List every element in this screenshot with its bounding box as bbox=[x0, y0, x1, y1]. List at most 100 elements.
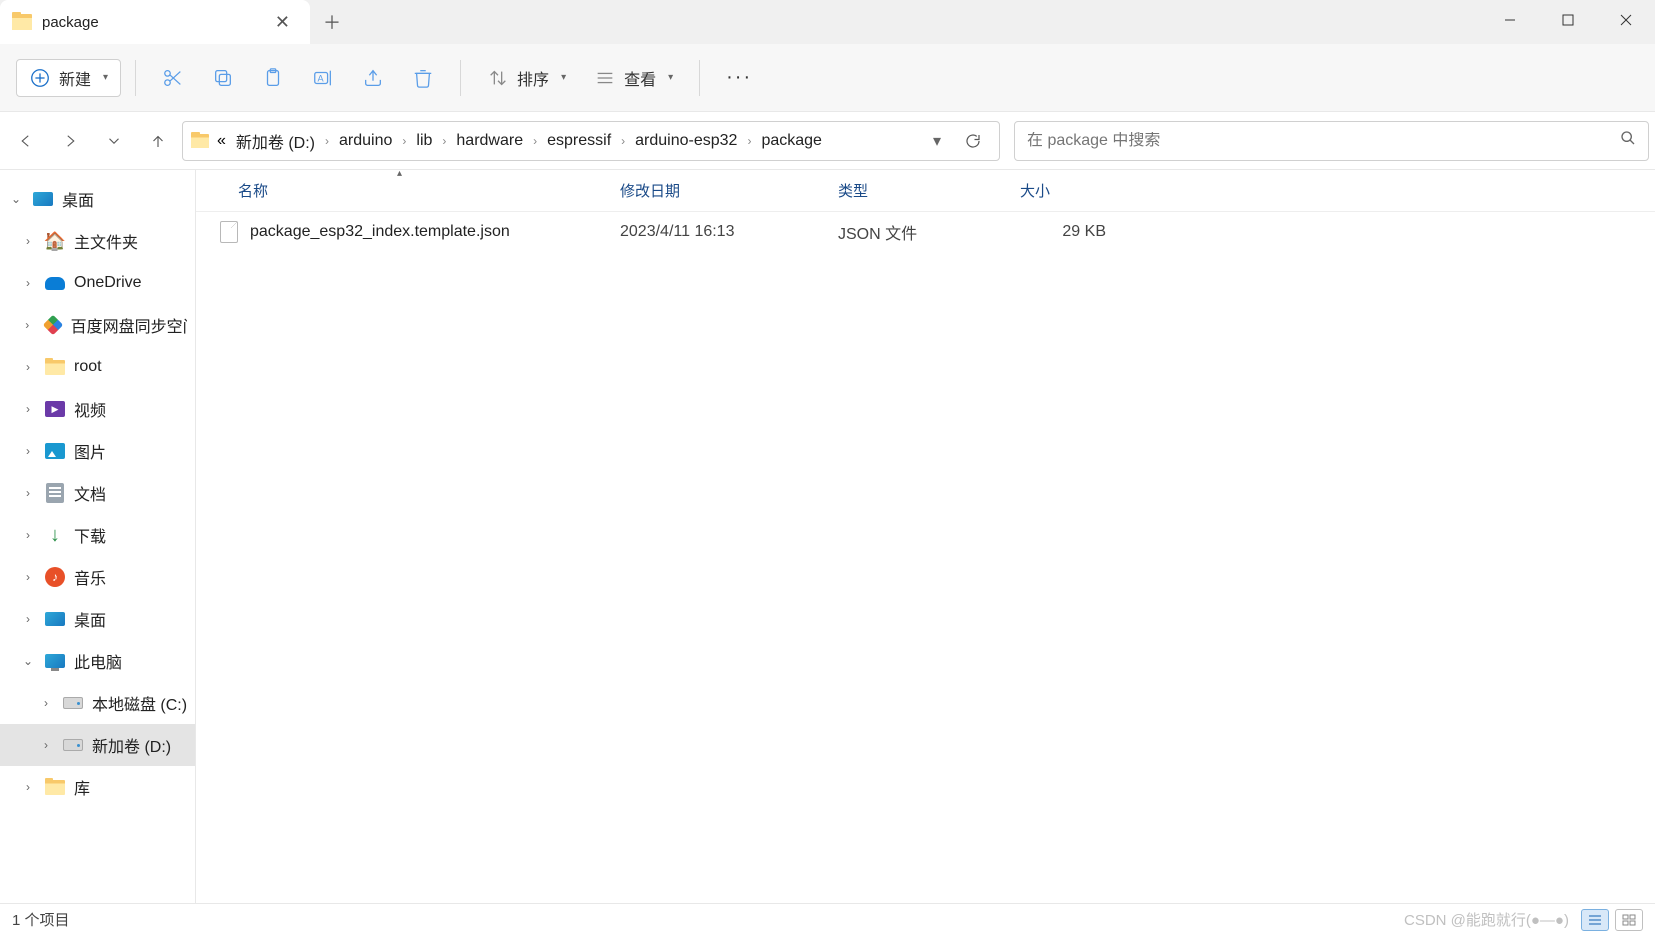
music-icon: ♪ bbox=[44, 567, 66, 587]
sidebar-item[interactable]: ›桌面 bbox=[0, 598, 195, 640]
chevron-right-icon[interactable]: › bbox=[20, 234, 36, 248]
chevron-right-icon[interactable]: › bbox=[20, 486, 36, 500]
breadcrumb-item[interactable]: hardware bbox=[454, 130, 525, 152]
chevron-right-icon[interactable]: › bbox=[20, 318, 35, 332]
sidebar-item[interactable]: ›库 bbox=[0, 766, 195, 808]
chevron-right-icon[interactable]: › bbox=[38, 696, 54, 710]
separator bbox=[135, 60, 136, 96]
cut-button[interactable] bbox=[150, 59, 196, 97]
sidebar-item[interactable]: ⌄桌面 bbox=[0, 178, 195, 220]
folder-icon bbox=[191, 134, 209, 148]
chevron-down-icon: ▾ bbox=[668, 72, 673, 83]
sidebar-item-label: root bbox=[74, 358, 102, 376]
sidebar-item[interactable]: › ↓ 下载 bbox=[0, 514, 195, 556]
refresh-button[interactable] bbox=[955, 123, 991, 159]
chevron-right-icon[interactable]: › bbox=[400, 134, 408, 148]
sidebar-item-label: 新加卷 (D:) bbox=[92, 733, 171, 757]
address-box[interactable]: « 新加卷 (D:) › arduino › lib › hardware › espressi… bbox=[182, 121, 1000, 161]
view-button[interactable]: 查看 ▾ bbox=[582, 58, 685, 98]
maximize-button[interactable] bbox=[1539, 0, 1597, 40]
sidebar-item[interactable]: ›文档 bbox=[0, 472, 195, 514]
breadcrumb-overflow[interactable]: « bbox=[215, 130, 228, 152]
dl-icon: ↓ bbox=[44, 525, 66, 545]
sidebar-item[interactable]: › 百度网盘同步空间 bbox=[0, 304, 195, 346]
paste-button[interactable] bbox=[250, 59, 296, 97]
delete-button[interactable] bbox=[400, 59, 446, 97]
sidebar-item[interactable]: › 新加卷 (D:) bbox=[0, 724, 195, 766]
column-date[interactable]: 修改日期 bbox=[604, 170, 822, 211]
thumbnails-view-button[interactable] bbox=[1615, 909, 1643, 931]
up-button[interactable] bbox=[138, 121, 178, 161]
chevron-right-icon[interactable]: › bbox=[619, 134, 627, 148]
sidebar-item-label: 下载 bbox=[74, 523, 106, 547]
breadcrumb-item[interactable]: espressif bbox=[545, 130, 613, 152]
tab-package[interactable]: package ✕ bbox=[0, 0, 310, 44]
chevron-right-icon[interactable]: › bbox=[323, 134, 331, 148]
more-icon: ··· bbox=[726, 66, 752, 89]
chevron-right-icon[interactable]: › bbox=[38, 738, 54, 752]
rename-icon: A bbox=[312, 67, 334, 89]
chevron-right-icon[interactable]: › bbox=[440, 134, 448, 148]
sidebar-item[interactable]: › root bbox=[0, 346, 195, 388]
chevron-right-icon[interactable]: › bbox=[20, 402, 36, 416]
chevron-down-icon[interactable]: ⌄ bbox=[8, 192, 24, 206]
address-dropdown[interactable]: ▾ bbox=[925, 131, 949, 151]
onedrive-icon bbox=[44, 273, 66, 293]
breadcrumb-item[interactable]: arduino bbox=[337, 130, 394, 152]
sidebar-item[interactable]: ›OneDrive bbox=[0, 262, 195, 304]
file-rows: package_esp32_index.template.json2023/4/… bbox=[196, 212, 1655, 252]
rename-button[interactable]: A bbox=[300, 59, 346, 97]
chevron-right-icon[interactable]: › bbox=[20, 444, 36, 458]
sidebar-item[interactable]: ›▶视频 bbox=[0, 388, 195, 430]
breadcrumb-item[interactable]: arduino-esp32 bbox=[633, 130, 739, 152]
new-tab-button[interactable]: ＋ bbox=[310, 0, 354, 44]
sidebar-item-label: 百度网盘同步空间 bbox=[71, 313, 187, 337]
drive-icon bbox=[62, 693, 84, 713]
chevron-right-icon[interactable]: › bbox=[20, 360, 36, 374]
toolbar: 新建 ▾ A 排序 ▾ 查看 ▾ ··· bbox=[0, 44, 1655, 112]
details-view-button[interactable] bbox=[1581, 909, 1609, 931]
chevron-right-icon[interactable]: › bbox=[20, 570, 36, 584]
sidebar-item[interactable]: ›🏠主文件夹 bbox=[0, 220, 195, 262]
breadcrumb-item[interactable]: lib bbox=[414, 130, 434, 152]
trash-icon bbox=[412, 67, 434, 89]
column-size[interactable]: 大小 bbox=[1004, 170, 1122, 211]
share-button[interactable] bbox=[350, 59, 396, 97]
breadcrumb-item[interactable]: 新加卷 (D:) bbox=[234, 127, 317, 155]
close-button[interactable] bbox=[1597, 0, 1655, 40]
chevron-right-icon[interactable]: › bbox=[20, 276, 36, 290]
file-row[interactable]: package_esp32_index.template.json2023/4/… bbox=[196, 212, 1655, 252]
breadcrumb-item[interactable]: package bbox=[759, 130, 824, 152]
forward-button[interactable] bbox=[50, 121, 90, 161]
back-button[interactable] bbox=[6, 121, 46, 161]
column-type[interactable]: 类型 bbox=[822, 170, 1004, 211]
chevron-down-icon: ▾ bbox=[103, 72, 108, 83]
chevron-right-icon[interactable]: › bbox=[20, 612, 36, 626]
chevron-right-icon[interactable]: › bbox=[745, 134, 753, 148]
sidebar-item-label: 此电脑 bbox=[74, 649, 122, 673]
pics-icon bbox=[44, 441, 66, 461]
chevron-down-icon[interactable]: ⌄ bbox=[20, 654, 36, 668]
view-label: 查看 bbox=[624, 66, 656, 90]
chevron-right-icon[interactable]: › bbox=[20, 780, 36, 794]
copy-button[interactable] bbox=[200, 59, 246, 97]
new-button[interactable]: 新建 ▾ bbox=[16, 59, 121, 97]
sidebar-item[interactable]: ›图片 bbox=[0, 430, 195, 472]
sidebar-item[interactable]: ⌄ 此电脑 bbox=[0, 640, 195, 682]
sidebar[interactable]: ⌄桌面›🏠主文件夹›OneDrive›百度网盘同步空间›root›▶视频›图片›… bbox=[0, 170, 196, 903]
sidebar-item-label: 本地磁盘 (C:) bbox=[92, 691, 187, 715]
more-button[interactable]: ··· bbox=[714, 58, 764, 97]
sidebar-item[interactable]: › 本地磁盘 (C:) bbox=[0, 682, 195, 724]
chevron-right-icon[interactable]: › bbox=[531, 134, 539, 148]
column-name[interactable]: ▴ 名称 bbox=[196, 170, 604, 211]
chevron-right-icon[interactable]: › bbox=[20, 528, 36, 542]
close-icon[interactable]: ✕ bbox=[271, 8, 294, 37]
new-label: 新建 bbox=[59, 66, 91, 90]
sidebar-item[interactable]: ›♪音乐 bbox=[0, 556, 195, 598]
search-box[interactable] bbox=[1014, 121, 1649, 161]
file-name: package_esp32_index.template.json bbox=[250, 223, 510, 241]
search-input[interactable] bbox=[1027, 132, 1620, 150]
sort-button[interactable]: 排序 ▾ bbox=[475, 58, 578, 98]
recent-button[interactable] bbox=[94, 121, 134, 161]
minimize-button[interactable] bbox=[1481, 0, 1539, 40]
